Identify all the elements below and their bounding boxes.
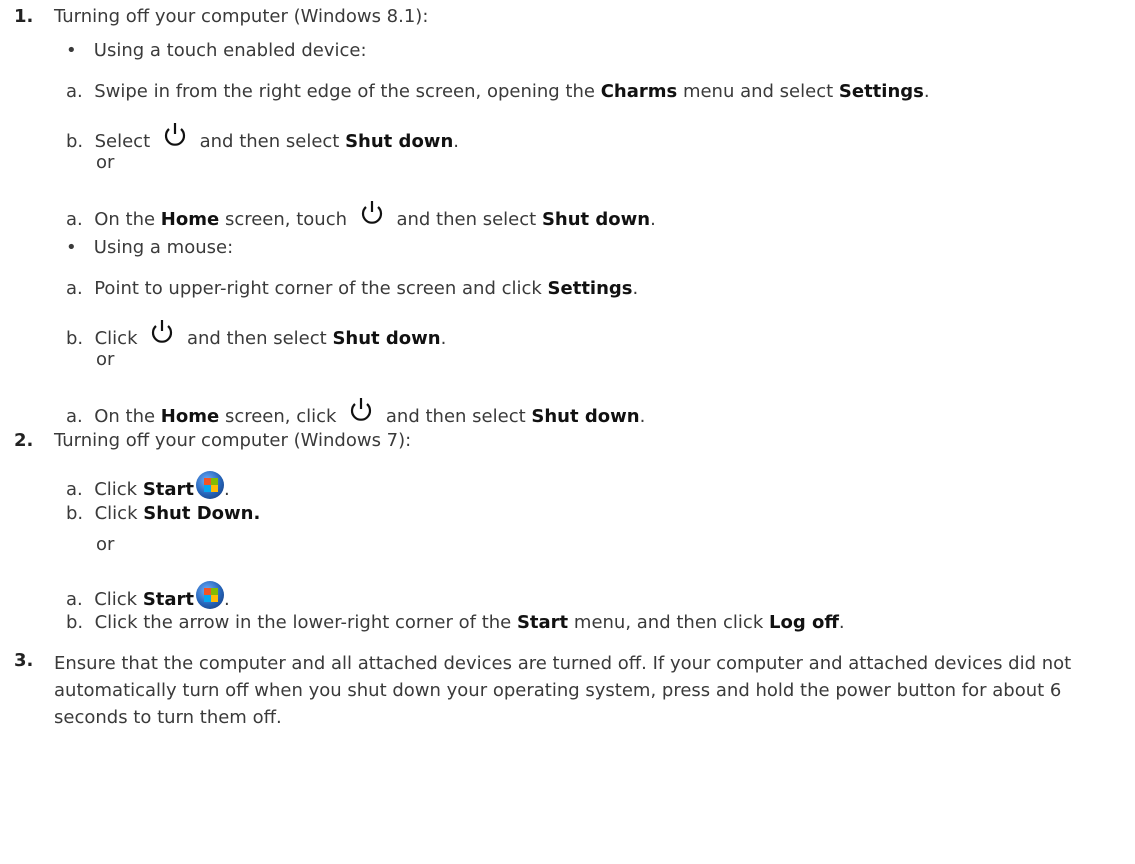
step-text: menu, and then click (573, 612, 764, 633)
settings-term: Settings (547, 278, 633, 299)
period: . (224, 479, 230, 500)
windows-start-icon (196, 471, 225, 499)
or-text: or (96, 349, 115, 370)
charms-term: Charms (600, 81, 678, 102)
step-win7-b1: b. Click Shut Down. (66, 503, 260, 524)
bullet-mouse: • Using a mouse: (66, 237, 233, 258)
step-text: screen, click (224, 406, 337, 427)
step-text: and then select (199, 131, 340, 152)
step-text: On the (94, 406, 156, 427)
shut-down-term: Shut Down. (143, 503, 261, 524)
bullet-touch-label: Using a touch enabled device: (93, 40, 367, 61)
step-touch-b1: b. Select and then select Shut down. (66, 121, 459, 154)
power-icon (162, 121, 188, 154)
item-3-text: Ensure that the computer and all attache… (54, 653, 1072, 728)
step-letter: b. (66, 612, 84, 633)
bullet-dot: • (66, 237, 77, 258)
windows-start-icon (196, 581, 225, 609)
step-text: Click (94, 479, 138, 500)
shut-down-term: Shut down (531, 406, 640, 427)
step-mouse-a1: a. Point to upper-right corner of the sc… (66, 278, 638, 299)
step-text: Swipe in from the right edge of the scre… (94, 81, 601, 102)
step-text: Click (94, 589, 138, 610)
step-text: Click the arrow in the lower-right corne… (94, 612, 512, 633)
step-win7-a1: a. Click Start. (66, 471, 230, 500)
item-2-text: Turning off your computer (Windows 7): (54, 430, 412, 451)
step-letter: a. (66, 278, 83, 299)
step-letter: a. (66, 406, 83, 427)
step-letter: b. (66, 503, 84, 524)
period: . (224, 589, 230, 610)
step-text: and then select (396, 209, 537, 230)
shut-down-term: Shut down (345, 131, 454, 152)
item-1-text: Turning off your computer (Windows 8.1): (54, 6, 429, 27)
period: . (923, 81, 930, 102)
step-text: and then select (186, 328, 327, 349)
bullet-touch: • Using a touch enabled device: (66, 40, 367, 61)
start-term: Start (142, 479, 195, 500)
step-letter: b. (66, 328, 84, 349)
settings-term: Settings (838, 81, 924, 102)
period: . (838, 612, 845, 633)
home-term: Home (160, 406, 220, 427)
step-mouse-a2: a. On the Home screen, click and then se… (66, 396, 645, 429)
power-icon (359, 199, 385, 232)
step-win7-b2: b. Click the arrow in the lower-right co… (66, 612, 845, 633)
log-off-term: Log off (768, 612, 839, 633)
period: . (453, 131, 459, 152)
power-icon (149, 318, 175, 351)
step-text: Click (94, 328, 138, 349)
step-text: On the (94, 209, 156, 230)
period: . (440, 328, 447, 349)
period: . (632, 278, 639, 299)
home-term: Home (160, 209, 220, 230)
step-letter: a. (66, 479, 83, 500)
step-text: screen, touch (224, 209, 347, 230)
step-mouse-b1: b. Click and then select Shut down. (66, 318, 446, 351)
start-term: Start (142, 589, 195, 610)
or-text: or (96, 534, 115, 555)
bullet-dot: • (66, 40, 77, 61)
item-number-1: 1. (14, 6, 34, 27)
step-letter: a. (66, 81, 83, 102)
shut-down-term: Shut down (541, 209, 651, 230)
power-icon (348, 396, 374, 429)
step-letter: a. (66, 209, 83, 230)
item-number-3: 3. (14, 650, 34, 671)
start-term: Start (516, 612, 569, 633)
step-text: Point to upper-right corner of the scree… (94, 278, 542, 299)
period: . (650, 209, 656, 230)
step-letter: a. (66, 589, 83, 610)
step-win7-a2: a. Click Start. (66, 581, 230, 610)
step-text: Select (94, 131, 151, 152)
shut-down-term: Shut down (332, 328, 441, 349)
or-text: or (96, 152, 115, 173)
step-text: Click (94, 503, 138, 524)
step-touch-a1: a. Swipe in from the right edge of the s… (66, 81, 930, 102)
step-text: menu and select (677, 81, 839, 102)
period: . (639, 406, 646, 427)
step-text: and then select (385, 406, 526, 427)
bullet-mouse-label: Using a mouse: (93, 237, 234, 258)
step-letter: b. (66, 131, 84, 152)
step-touch-a2: a. On the Home screen, touch and then se… (66, 199, 656, 232)
item-number-2: 2. (14, 430, 34, 451)
